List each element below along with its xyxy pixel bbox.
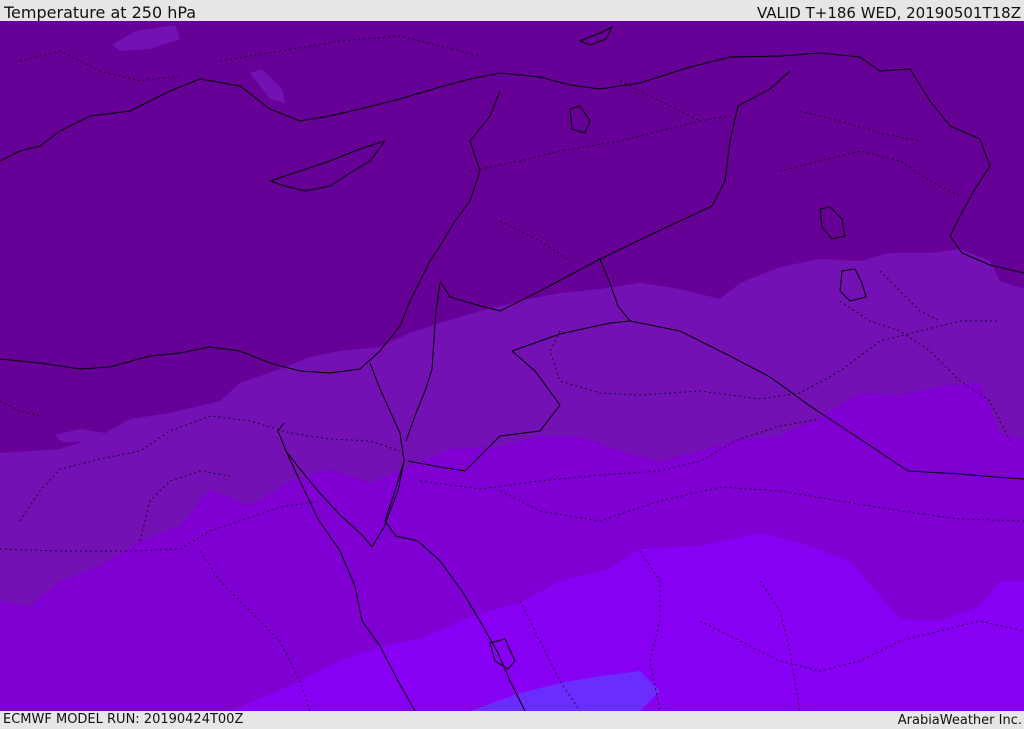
map-title: Temperature at 250 hPa bbox=[4, 3, 197, 22]
temperature-map bbox=[0, 21, 1024, 711]
header-bar: Temperature at 250 hPa VALID T+186 WED, … bbox=[0, 0, 1024, 22]
valid-time: VALID T+186 WED, 20190501T18Z bbox=[756, 4, 1021, 22]
model-run: ECMWF MODEL RUN: 20190424T00Z bbox=[3, 712, 244, 727]
credit-text: ArabiaWeather Inc. bbox=[897, 713, 1022, 728]
map-area[interactable] bbox=[0, 21, 1024, 711]
footer-bar: ECMWF MODEL RUN: 20190424T00Z ArabiaWeat… bbox=[0, 711, 1024, 729]
